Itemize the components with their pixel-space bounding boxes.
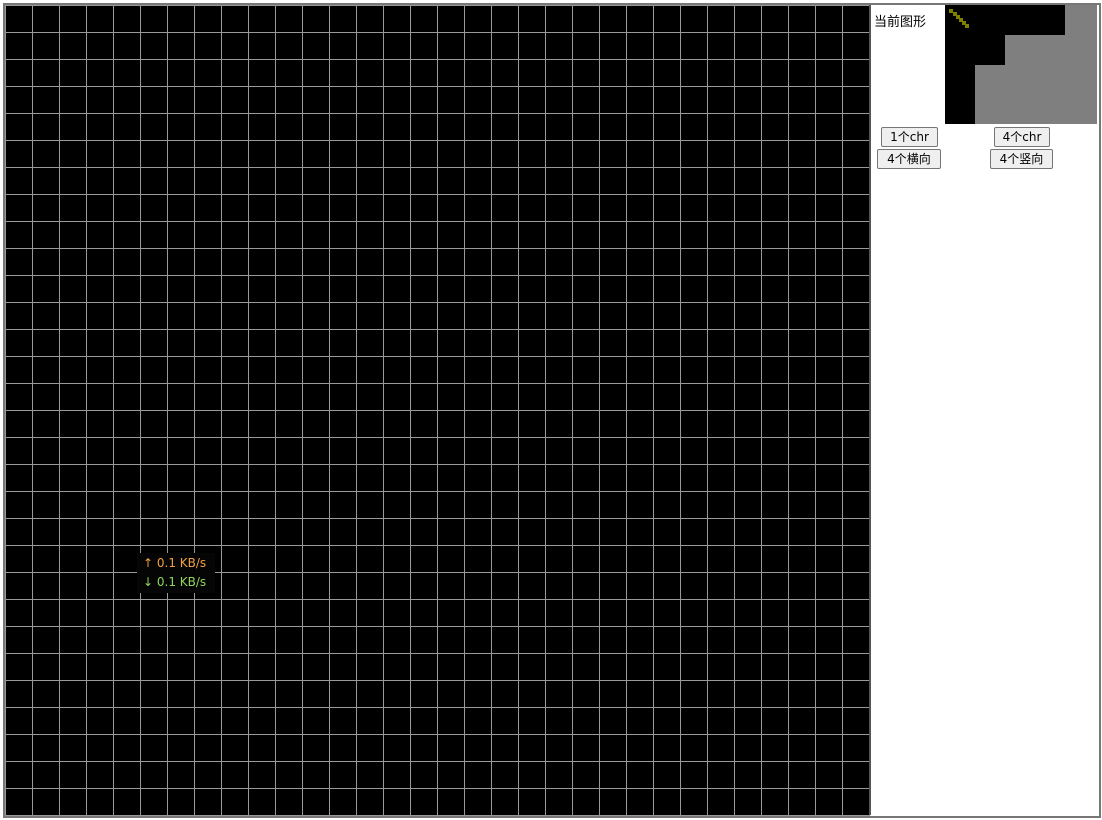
- shape-preview: [945, 5, 1097, 124]
- preview-olive-pixel: [965, 24, 969, 28]
- four-chr-button[interactable]: 4个chr: [994, 127, 1050, 147]
- upload-speed: ↑ 0.1 KB/s: [143, 556, 207, 570]
- pixel-editor-grid[interactable]: [5, 5, 870, 816]
- right-panel: 当前图形 1个chr 4个chr 4个横向 4个竖向: [872, 5, 1098, 815]
- four-vertical-button[interactable]: 4个竖向: [990, 149, 1053, 169]
- current-shape-label: 当前图形: [874, 15, 927, 30]
- panel-divider: [869, 5, 871, 815]
- four-horizontal-button[interactable]: 4个横向: [877, 149, 941, 169]
- preview-gray-block: [975, 65, 1097, 124]
- download-speed: ↓ 0.1 KB/s: [143, 575, 207, 589]
- one-chr-button[interactable]: 1个chr: [881, 127, 938, 147]
- network-speed-overlay: ↑ 0.1 KB/s ↓ 0.1 KB/s: [137, 553, 215, 593]
